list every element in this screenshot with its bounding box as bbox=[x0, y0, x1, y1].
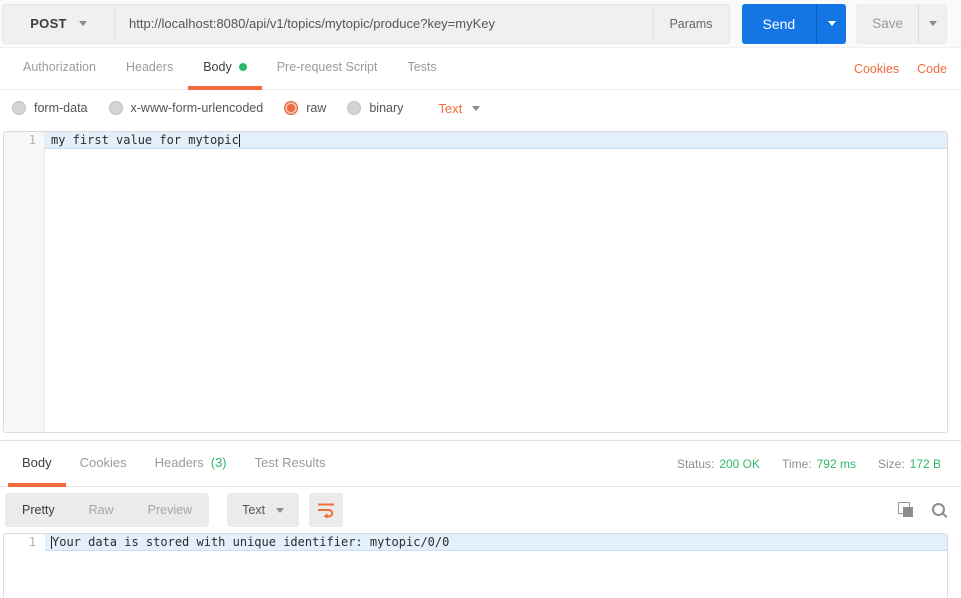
tab-tests[interactable]: Tests bbox=[392, 48, 451, 90]
method-select[interactable]: POST bbox=[3, 4, 115, 43]
response-header: Body Cookies Headers (3) Test Results St… bbox=[0, 441, 961, 487]
chevron-down-icon bbox=[928, 21, 937, 26]
editor-gutter bbox=[4, 132, 45, 432]
send-button-group: Send bbox=[741, 3, 847, 44]
chevron-down-icon bbox=[827, 21, 836, 26]
code-text: my first value for mytopic bbox=[45, 132, 947, 149]
radio-icon bbox=[108, 101, 123, 115]
response-tab-headers[interactable]: Headers (3) bbox=[141, 441, 241, 487]
status-badge: Status: 200 OK bbox=[676, 456, 761, 471]
radio-binary[interactable]: binary bbox=[347, 101, 403, 115]
save-button-group: Save bbox=[856, 3, 947, 44]
request-tabs: Authorization Headers Body Pre-request S… bbox=[0, 48, 961, 90]
tab-authorization[interactable]: Authorization bbox=[8, 48, 111, 90]
radio-form-data[interactable]: form-data bbox=[12, 101, 88, 115]
line-number: 1 bbox=[28, 535, 36, 549]
response-tab-body[interactable]: Body bbox=[8, 441, 66, 487]
url-group: POST Params bbox=[2, 3, 730, 44]
response-actions bbox=[898, 502, 947, 518]
params-button[interactable]: Params bbox=[652, 4, 729, 43]
size-badge: Size: 172 B bbox=[877, 456, 941, 471]
send-button[interactable]: Send bbox=[742, 4, 817, 44]
response-toolbar: Pretty Raw Preview Text bbox=[0, 487, 961, 533]
view-preview-button[interactable]: Preview bbox=[131, 493, 209, 527]
code-line[interactable]: 1 my first value for mytopic bbox=[4, 132, 947, 149]
body-mode-options: form-data x-www-form-urlencoded raw bina… bbox=[0, 90, 961, 126]
save-button[interactable]: Save bbox=[857, 5, 918, 43]
save-options-button[interactable] bbox=[918, 4, 946, 43]
raw-format-select[interactable]: Text bbox=[438, 101, 481, 116]
response-meta: Status: 200 OK Time: 792 ms Size: 172 B bbox=[677, 441, 961, 486]
response-tab-test-results[interactable]: Test Results bbox=[241, 441, 340, 487]
chevron-down-icon bbox=[78, 21, 87, 26]
radio-selected-icon bbox=[284, 101, 299, 115]
tab-headers[interactable]: Headers bbox=[111, 48, 188, 90]
response-tab-cookies[interactable]: Cookies bbox=[66, 441, 141, 487]
request-body-editor[interactable]: 1 my first value for mytopic bbox=[3, 131, 948, 433]
wrap-text-icon bbox=[318, 503, 335, 518]
view-pretty-button[interactable]: Pretty bbox=[5, 493, 72, 527]
view-raw-button[interactable]: Raw bbox=[72, 493, 131, 527]
tab-body[interactable]: Body bbox=[188, 48, 262, 90]
time-badge: Time: 792 ms bbox=[782, 456, 856, 471]
code-text: Your data is stored with unique identifi… bbox=[45, 534, 947, 551]
line-number: 1 bbox=[28, 133, 36, 147]
response-body-editor[interactable]: 1 Your data is stored with unique identi… bbox=[3, 533, 948, 597]
text-cursor bbox=[238, 134, 240, 147]
tab-links: Cookies Code bbox=[854, 48, 961, 89]
send-options-button[interactable] bbox=[816, 3, 846, 44]
response-view-group: Pretty Raw Preview bbox=[5, 493, 210, 527]
radio-icon bbox=[12, 101, 26, 115]
search-icon[interactable] bbox=[931, 502, 947, 518]
cookies-link[interactable]: Cookies bbox=[854, 62, 899, 76]
request-bar: POST Params Send Save bbox=[0, 0, 961, 48]
headers-count-badge: (3) bbox=[210, 454, 227, 470]
unsaved-changes-dot bbox=[238, 63, 247, 71]
response-format-select[interactable]: Text bbox=[227, 493, 300, 527]
radio-x-www-form-urlencoded[interactable]: x-www-form-urlencoded bbox=[108, 101, 263, 115]
code-link[interactable]: Code bbox=[917, 62, 947, 76]
method-label: POST bbox=[30, 16, 67, 31]
code-line[interactable]: 1 Your data is stored with unique identi… bbox=[4, 534, 947, 551]
radio-raw[interactable]: raw bbox=[284, 101, 326, 115]
tab-pre-request-script[interactable]: Pre-request Script bbox=[262, 48, 393, 90]
wrap-text-button[interactable] bbox=[309, 493, 344, 527]
chevron-down-icon bbox=[472, 105, 481, 111]
copy-icon[interactable] bbox=[898, 502, 914, 518]
url-input[interactable] bbox=[115, 4, 653, 43]
radio-icon bbox=[347, 101, 362, 115]
chevron-down-icon bbox=[276, 507, 285, 513]
